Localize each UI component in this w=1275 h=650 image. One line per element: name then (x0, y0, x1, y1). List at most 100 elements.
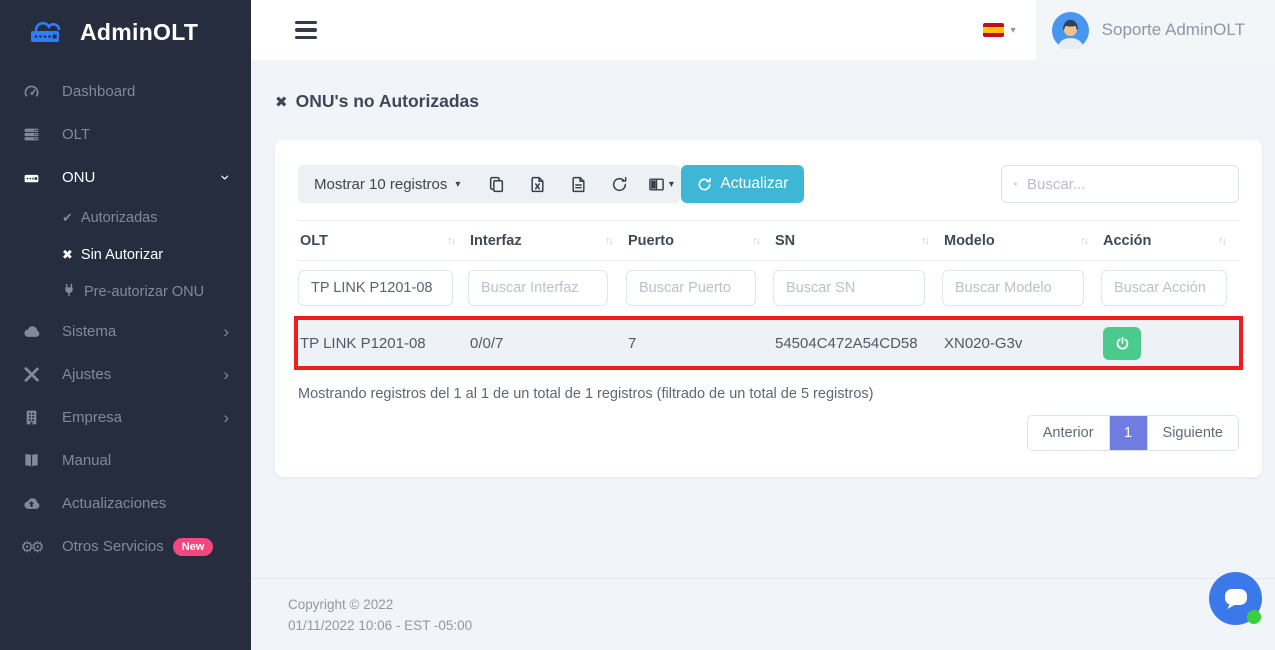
sidebar-item-dashboard[interactable]: Dashboard (0, 70, 251, 113)
data-table: OLT↑↓ Interfaz↑↓ Puerto↑↓ SN↑↓ Modelo↑↓ … (298, 220, 1239, 370)
sort-icon: ↑↓ (752, 235, 759, 247)
sidebar-item-sistema[interactable]: Sistema › (0, 310, 251, 353)
caret-down-icon: ▾ (669, 179, 674, 190)
refresh-icon (697, 177, 712, 192)
sidebar-item-label: Manual (62, 452, 111, 469)
table-header-row: OLT↑↓ Interfaz↑↓ Puerto↑↓ SN↑↓ Modelo↑↓ … (298, 221, 1239, 261)
page-content: ✖ ONU's no Autorizadas Mostrar 10 regist… (251, 60, 1275, 578)
filter-modelo-input[interactable] (942, 270, 1084, 306)
sort-icon: ↑↓ (921, 235, 928, 247)
sidebar-item-ajustes[interactable]: Ajustes › (0, 353, 251, 396)
sidebar-item-pre-autorizar[interactable]: Pre-autorizar ONU (0, 273, 251, 310)
chevron-right-icon: › (223, 323, 229, 340)
pagination-prev-button[interactable]: Anterior (1028, 416, 1109, 450)
pagination-wrap: Anterior 1 Siguiente (298, 415, 1239, 451)
filter-puerto-input[interactable] (626, 270, 756, 306)
chevron-right-icon: › (223, 409, 229, 426)
copyright-text: Copyright © 2022 (288, 594, 1275, 615)
sidebar-item-onu[interactable]: ONU › (0, 156, 251, 199)
copy-button[interactable] (476, 165, 517, 203)
sidebar-item-label: Ajustes (62, 366, 111, 383)
sidebar-item-label: Sin Autorizar (81, 247, 163, 263)
cell-puerto: 7 (626, 335, 773, 352)
filter-accion-input[interactable] (1101, 270, 1227, 306)
reload-button[interactable] (599, 165, 640, 203)
table-filter-row (298, 261, 1239, 316)
new-badge: New (173, 538, 214, 556)
filter-sn-input[interactable] (773, 270, 925, 306)
menu-toggle-button[interactable] (295, 21, 317, 39)
column-header-modelo[interactable]: Modelo↑↓ (942, 233, 1101, 249)
copy-icon (488, 176, 505, 193)
sort-icon: ↑↓ (1080, 235, 1087, 247)
column-header-olt[interactable]: OLT↑↓ (298, 233, 468, 249)
sidebar-item-label: Autorizadas (81, 210, 158, 226)
sidebar-item-label: OLT (62, 126, 90, 143)
chevron-down-icon: › (218, 175, 235, 181)
topbar: ▾ Soporte AdminOLT (251, 0, 1275, 60)
plug-icon (62, 283, 76, 300)
sidebar-item-label: Pre-autorizar ONU (84, 284, 204, 300)
filter-olt-input[interactable] (298, 270, 453, 306)
datetime-text: 01/11/2022 10:06 - EST -05:00 (288, 615, 1275, 636)
export-excel-button[interactable] (517, 165, 558, 203)
datatable-buttons-group: Mostrar 10 registros ▾ (298, 165, 681, 203)
cloud-icon (22, 323, 40, 340)
table-toolbar: Mostrar 10 registros ▾ (298, 165, 1239, 203)
column-header-interfaz[interactable]: Interfaz↑↓ (468, 233, 626, 249)
pagination-next-button[interactable]: Siguiente (1147, 416, 1238, 450)
topbar-right: ▾ Soporte AdminOLT (983, 0, 1275, 60)
brand-name: AdminOLT (80, 19, 198, 46)
sidebar-item-olt[interactable]: OLT (0, 113, 251, 156)
page-title: ✖ ONU's no Autorizadas (275, 91, 1262, 112)
gears-icon: ⚙⚙ (22, 538, 40, 556)
sidebar-item-label: Actualizaciones (62, 495, 166, 512)
chevron-right-icon: › (223, 366, 229, 383)
sort-icon: ↑↓ (447, 235, 454, 247)
search-input[interactable] (1027, 176, 1226, 193)
cell-olt: TP LINK P1201-08 (298, 335, 468, 352)
cloud-upload-icon (22, 495, 40, 512)
refresh-icon (611, 176, 628, 193)
server-icon (22, 126, 40, 143)
online-status-dot (1247, 610, 1261, 624)
file-text-icon (570, 176, 587, 193)
sidebar-item-autorizadas[interactable]: ✔ Autorizadas (0, 199, 251, 236)
column-visibility-button[interactable]: ▾ (640, 165, 681, 203)
check-icon: ✔ (62, 210, 73, 226)
search-box (1001, 165, 1239, 203)
sidebar-item-label: Empresa (62, 409, 122, 426)
sidebar-item-manual[interactable]: Manual (0, 439, 251, 482)
pagination-page-1[interactable]: 1 (1109, 416, 1147, 450)
authorize-power-button[interactable] (1103, 327, 1141, 360)
column-header-accion[interactable]: Acción↑↓ (1101, 233, 1239, 249)
sidebar: AdminOLT Dashboard OLT ONU › (0, 0, 251, 650)
chat-widget-button[interactable] (1209, 572, 1262, 625)
sidebar-item-empresa[interactable]: Empresa › (0, 396, 251, 439)
cell-interfaz: 0/0/7 (468, 335, 626, 352)
table-card: Mostrar 10 registros ▾ (275, 140, 1262, 477)
main-area: ▾ Soporte AdminOLT ✖ ONU's no Autorizada… (251, 0, 1275, 650)
column-header-sn[interactable]: SN↑↓ (773, 233, 942, 249)
sidebar-item-sin-autorizar[interactable]: ✖ Sin Autorizar (0, 236, 251, 273)
footer: Copyright © 2022 01/11/2022 10:06 - EST … (251, 578, 1275, 650)
table-info: Mostrando registros del 1 al 1 de un tot… (298, 386, 1239, 402)
sidebar-nav: Dashboard OLT ONU › ✔ Autorizadas ✖ (0, 64, 251, 568)
page-length-select[interactable]: Mostrar 10 registros ▾ (298, 176, 476, 193)
language-selector[interactable]: ▾ (983, 23, 1016, 37)
filter-interfaz-input[interactable] (468, 270, 608, 306)
adminolt-logo-icon (26, 15, 70, 49)
actualizar-button[interactable]: Actualizar (681, 165, 804, 203)
tools-icon (22, 366, 40, 383)
sidebar-item-otros-servicios[interactable]: ⚙⚙ Otros Servicios New (0, 525, 251, 568)
sort-icon: ↑↓ (1218, 235, 1225, 247)
sidebar-item-label: Otros Servicios (62, 538, 164, 555)
sidebar-item-label: ONU (62, 169, 95, 186)
export-file-button[interactable] (558, 165, 599, 203)
user-name: Soporte AdminOLT (1102, 20, 1245, 40)
spain-flag-icon (983, 23, 1004, 37)
sort-icon: ↑↓ (605, 235, 612, 247)
user-menu[interactable]: Soporte AdminOLT (1036, 0, 1275, 60)
sidebar-item-actualizaciones[interactable]: Actualizaciones (0, 482, 251, 525)
column-header-puerto[interactable]: Puerto↑↓ (626, 233, 773, 249)
